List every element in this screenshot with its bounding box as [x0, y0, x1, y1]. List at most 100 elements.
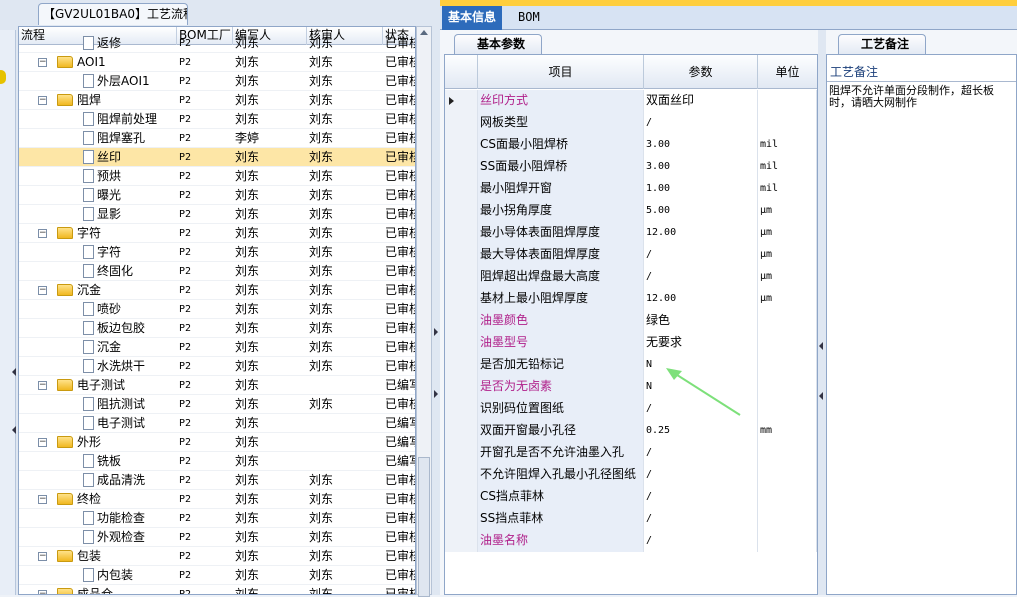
param-row[interactable]: CS面最小阻焊桥 3.00 mil: [445, 134, 817, 156]
param-value[interactable]: /: [644, 442, 758, 464]
tree-row[interactable]: − 外形 P2 刘东 已编写: [19, 433, 415, 452]
row-indicator[interactable]: [445, 442, 478, 464]
row-indicator[interactable]: [445, 310, 478, 332]
basic-params-tab[interactable]: 基本参数: [454, 34, 542, 54]
tree-row[interactable]: 成品清洗 P2 刘东 刘东 已审核: [19, 471, 415, 490]
tree-row[interactable]: 显影 P2 刘东 刘东 已审核: [19, 205, 415, 224]
col-param[interactable]: 参数: [644, 55, 758, 89]
tree-row[interactable]: − AOI1 P2 刘东 刘东 已审核: [19, 53, 415, 72]
tree-row[interactable]: 喷砂 P2 刘东 刘东 已审核: [19, 300, 415, 319]
row-indicator[interactable]: [445, 398, 478, 420]
collapse-toggle-icon[interactable]: −: [38, 286, 47, 295]
param-value[interactable]: 12.00: [644, 288, 758, 310]
tree-row[interactable]: 预烘 P2 刘东 刘东 已审核: [19, 167, 415, 186]
tab-basic-info[interactable]: 基本信息: [442, 6, 503, 30]
param-row[interactable]: 最小导体表面阻焊厚度 12.00 μm: [445, 222, 817, 244]
tree-row[interactable]: 阻焊前处理 P2 刘东 刘东 已审核: [19, 110, 415, 129]
notes-text[interactable]: 阻焊不允许单面分段制作，超长板时，请晒大网制作: [829, 85, 1013, 109]
right-splitter[interactable]: [818, 30, 826, 595]
process-flow-tab[interactable]: 【GV2UL01BA0】工艺流程: [38, 3, 188, 25]
tree-row[interactable]: 水洗烘干 P2 刘东 刘东 已审核: [19, 357, 415, 376]
param-value[interactable]: 5.00: [644, 200, 758, 222]
param-row[interactable]: 最大导体表面阻焊厚度 / μm: [445, 244, 817, 266]
param-row[interactable]: 最小拐角厚度 5.00 μm: [445, 200, 817, 222]
left-splitter[interactable]: [432, 0, 440, 595]
row-indicator[interactable]: [445, 156, 478, 178]
splitter-right-arrow-icon-2[interactable]: [819, 392, 823, 400]
collapse-toggle-icon[interactable]: −: [38, 590, 47, 594]
param-value[interactable]: /: [644, 486, 758, 508]
param-value[interactable]: 绿色: [644, 310, 758, 332]
tree-row[interactable]: 铣板 P2 刘东 已编写: [19, 452, 415, 471]
scroll-up-arrow-icon[interactable]: [420, 30, 428, 35]
row-indicator[interactable]: [445, 508, 478, 530]
row-indicator[interactable]: [445, 354, 478, 376]
tree-row[interactable]: − 沉金 P2 刘东 刘东 已审核: [19, 281, 415, 300]
param-row[interactable]: 不允许阻焊入孔最小孔径图纸 /: [445, 464, 817, 486]
collapse-toggle-icon[interactable]: −: [38, 58, 47, 67]
tree-row[interactable]: 外层AOI1 P2 刘东 刘东 已审核: [19, 72, 415, 91]
collapse-left-arrow-icon[interactable]: [12, 368, 16, 376]
tree-row[interactable]: 外观检查 P2 刘东 刘东 已审核: [19, 528, 415, 547]
row-indicator[interactable]: [445, 288, 478, 310]
param-row[interactable]: 双面开窗最小孔径 0.25 mm: [445, 420, 817, 442]
row-indicator[interactable]: [445, 222, 478, 244]
row-indicator[interactable]: [445, 112, 478, 134]
tree-row[interactable]: 阻抗测试 P2 刘东 刘东 已审核: [19, 395, 415, 414]
param-value[interactable]: /: [644, 508, 758, 530]
row-indicator[interactable]: [445, 376, 478, 398]
param-value[interactable]: /: [644, 530, 758, 552]
param-value[interactable]: 1.00: [644, 178, 758, 200]
param-row[interactable]: 油墨颜色 绿色: [445, 310, 817, 332]
collapse-toggle-icon[interactable]: −: [38, 552, 47, 561]
collapse-toggle-icon[interactable]: −: [38, 381, 47, 390]
splitter-arrow-icon[interactable]: [434, 328, 438, 336]
tree-row[interactable]: − 终检 P2 刘东 刘东 已审核: [19, 490, 415, 509]
row-indicator[interactable]: [445, 200, 478, 222]
tree-row[interactable]: − 包装 P2 刘东 刘东 已审核: [19, 547, 415, 566]
collapse-toggle-icon[interactable]: −: [38, 96, 47, 105]
param-value[interactable]: 3.00: [644, 156, 758, 178]
param-row[interactable]: 油墨名称 /: [445, 530, 817, 552]
param-row[interactable]: CS挡点菲林 /: [445, 486, 817, 508]
param-row[interactable]: SS面最小阻焊桥 3.00 mil: [445, 156, 817, 178]
tab-bom[interactable]: BOM: [512, 6, 546, 30]
param-row[interactable]: 油墨型号 无要求: [445, 332, 817, 354]
collapse-toggle-icon[interactable]: −: [38, 438, 47, 447]
tree-row[interactable]: 曝光 P2 刘东 刘东 已审核: [19, 186, 415, 205]
param-value[interactable]: 12.00: [644, 222, 758, 244]
param-row[interactable]: 是否为无卤素 N: [445, 376, 817, 398]
param-value[interactable]: 3.00: [644, 134, 758, 156]
collapse-toggle-icon[interactable]: −: [38, 495, 47, 504]
param-value[interactable]: /: [644, 464, 758, 486]
tree-row[interactable]: − 字符 P2 刘东 刘东 已审核: [19, 224, 415, 243]
param-row[interactable]: 是否加无铅标记 N: [445, 354, 817, 376]
tree-row[interactable]: 功能检查 P2 刘东 刘东 已审核: [19, 509, 415, 528]
param-row[interactable]: 最小阻焊开窗 1.00 mil: [445, 178, 817, 200]
param-row[interactable]: SS挡点菲林 /: [445, 508, 817, 530]
tree-row[interactable]: 电子测试 P2 刘东 已编写: [19, 414, 415, 433]
param-value[interactable]: 双面丝印: [644, 90, 758, 112]
param-value[interactable]: /: [644, 266, 758, 288]
tree-row[interactable]: − 电子测试 P2 刘东 已编写: [19, 376, 415, 395]
col-unit[interactable]: 单位: [758, 55, 817, 89]
col-item[interactable]: 项目: [478, 55, 644, 89]
tree-row[interactable]: 终固化 P2 刘东 刘东 已审核: [19, 262, 415, 281]
row-indicator[interactable]: [445, 266, 478, 288]
process-notes-tab[interactable]: 工艺备注: [838, 34, 926, 54]
param-row[interactable]: 阻焊超出焊盘最大高度 / μm: [445, 266, 817, 288]
row-indicator[interactable]: [445, 464, 478, 486]
row-indicator[interactable]: [445, 332, 478, 354]
splitter-right-arrow-icon[interactable]: [819, 342, 823, 350]
row-indicator[interactable]: [445, 420, 478, 442]
row-indicator[interactable]: [445, 90, 478, 112]
param-value[interactable]: /: [644, 244, 758, 266]
param-value[interactable]: 无要求: [644, 332, 758, 354]
collapse-left-arrow-icon-2[interactable]: [12, 426, 16, 434]
tree-row[interactable]: − 阻焊 P2 刘东 刘东 已审核: [19, 91, 415, 110]
row-indicator[interactable]: [445, 134, 478, 156]
splitter-arrow-icon-2[interactable]: [434, 390, 438, 398]
tree-row[interactable]: 返修 P2 刘东 刘东 已审核: [19, 34, 415, 53]
param-row[interactable]: 开窗孔是否不允许油墨入孔 /: [445, 442, 817, 464]
param-row[interactable]: 识别码位置图纸 /: [445, 398, 817, 420]
